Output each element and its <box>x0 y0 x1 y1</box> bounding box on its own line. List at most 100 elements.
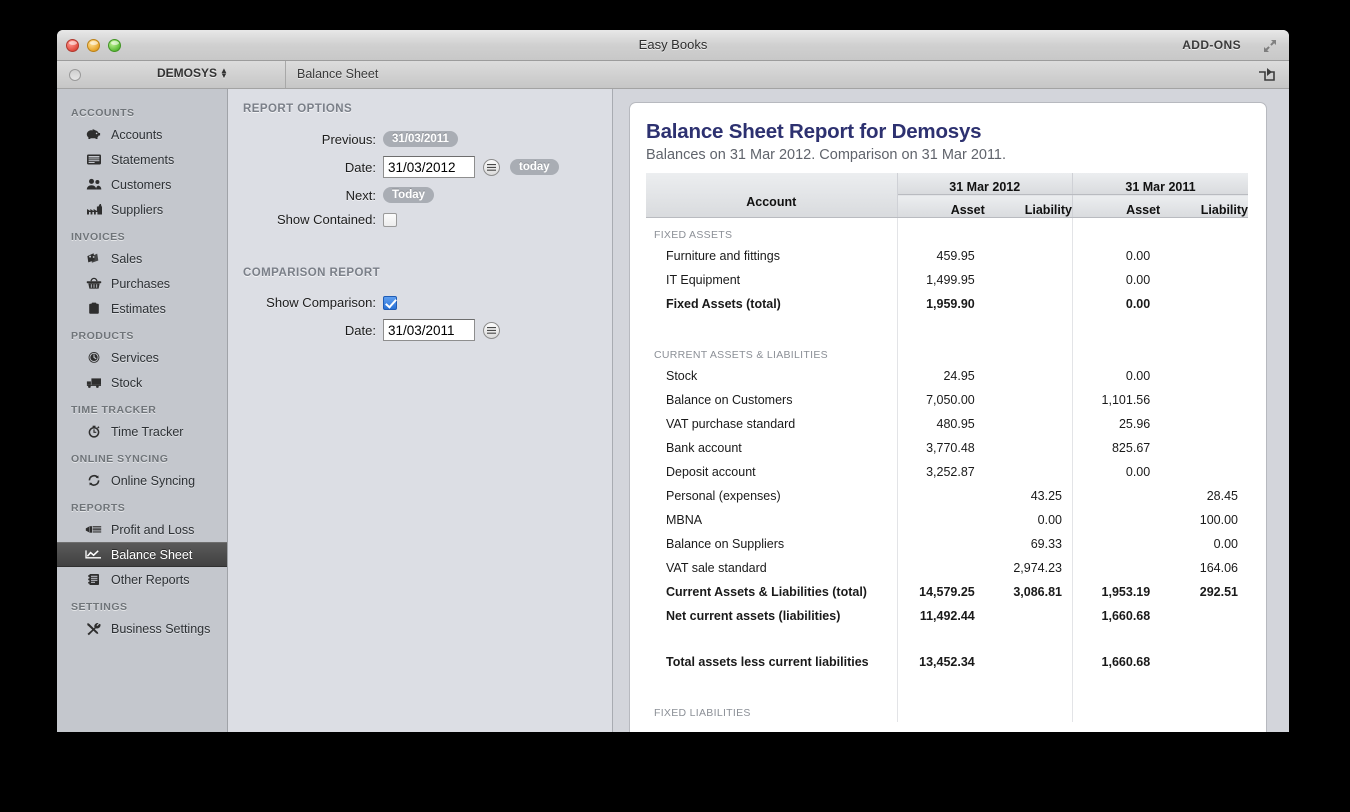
section-empty-cell <box>897 338 985 364</box>
table-row[interactable]: Bank account 3,770.48 825.67 <box>646 435 1248 460</box>
cell-liability-1 <box>984 459 1073 484</box>
row-label: Balance on Customers <box>646 387 898 412</box>
cell-asset-2: 0.00 <box>1125 464 1151 479</box>
table-row[interactable]: MBNA 0.00 100.00 <box>646 507 1248 532</box>
table-row[interactable]: Total assets less current liabilities 13,… <box>646 649 1248 674</box>
cell-liability-1: 3,086.81 <box>984 579 1073 604</box>
cell-asset-1: 3,770.48 <box>926 440 975 455</box>
table-row[interactable]: Stock 24.95 0.00 <box>646 363 1248 388</box>
table-row[interactable]: VAT sale standard 2,974.23 164.06 <box>646 555 1248 580</box>
row-label: VAT sale standard <box>646 555 898 580</box>
previous-row: Previous: 31/03/2011 <box>228 131 612 147</box>
table-header: Account 31 Mar 2012 31 Mar 2011 Asset Li… <box>646 173 1248 218</box>
sidebar-item-accounts[interactable]: Accounts <box>57 122 227 147</box>
sidebar-item-time-tracker[interactable]: Time Tracker <box>57 419 227 444</box>
next-row: Next: Today <box>228 187 612 203</box>
app-toolbar: DEMOSYS ▲ ▼ Balance Sheet <box>57 61 1289 89</box>
report-options-panel: REPORT OPTIONS Previous: 31/03/2011 Date… <box>228 89 613 732</box>
sidebar-item-statements[interactable]: Statements <box>57 147 227 172</box>
cell-liability-2 <box>1160 460 1248 484</box>
cell-asset-1: 459.95 <box>936 248 975 263</box>
sidebar: ACCOUNTS Accounts Statements Customers S… <box>57 89 228 732</box>
sidebar-item-suppliers[interactable]: Suppliers <box>57 197 227 222</box>
date-picker-button[interactable] <box>483 158 500 176</box>
comparison-date-picker-button[interactable] <box>483 321 500 339</box>
table-row[interactable]: Fixed Assets (total) 1,959.90 0.00 <box>646 291 1248 316</box>
cell-asset-1: 1,499.95 <box>926 272 975 287</box>
cell-asset-2: 1,101.56 <box>1101 392 1151 407</box>
sidebar-item-profit-and-loss[interactable]: Profit and Loss <box>57 517 227 542</box>
sidebar-item-balance-sheet[interactable]: Balance Sheet <box>57 542 227 567</box>
table-row[interactable]: Deposit account 3,252.87 0.00 <box>646 459 1248 484</box>
table-section-row: FIXED ASSETS <box>646 217 1248 244</box>
cell-liability-2: 164.06 <box>1199 560 1238 575</box>
previous-date-button[interactable]: 31/03/2011 <box>383 131 458 147</box>
table-row[interactable]: Balance on Suppliers 69.33 0.00 <box>646 531 1248 556</box>
section-empty-cell <box>897 218 985 244</box>
table-row[interactable]: Furniture and fittings 459.95 0.00 <box>646 243 1248 268</box>
table-row[interactable]: Current Assets & Liabilities (total) 14,5… <box>646 579 1248 604</box>
sidebar-item-other-reports[interactable]: Other Reports <box>57 567 227 592</box>
sidebar-item-online-syncing[interactable]: Online Syncing <box>57 468 227 493</box>
column-header-account: Account <box>646 173 898 218</box>
table-row[interactable]: Net current assets (liabilities) 11,492.4… <box>646 603 1248 628</box>
cell-asset-1: 3,252.87 <box>926 464 975 479</box>
balance-sheet-table: Account 31 Mar 2012 31 Mar 2011 Asset Li… <box>646 173 1248 722</box>
sidebar-item-stock[interactable]: Stock <box>57 370 227 395</box>
section-empty-cell <box>1160 218 1248 244</box>
today-button[interactable]: today <box>510 159 559 175</box>
show-comparison-checkbox[interactable] <box>383 295 397 310</box>
sidebar-item-label: Stock <box>111 375 143 390</box>
bar-report-icon <box>85 522 102 537</box>
table-row[interactable]: VAT purchase standard 480.95 25.96 <box>646 411 1248 436</box>
cell-asset-1 <box>897 508 985 532</box>
section-label: CURRENT ASSETS & LIABILITIES <box>646 337 898 364</box>
cell-liability-2: 292.51 <box>1199 584 1238 599</box>
basket-icon <box>85 276 102 291</box>
table-row[interactable]: IT Equipment 1,499.95 0.00 <box>646 267 1248 292</box>
show-comparison-label: Show Comparison: <box>266 295 376 310</box>
cell-asset-1: 480.95 <box>936 416 975 431</box>
clipboard-icon <box>85 301 102 316</box>
sidebar-item-sales[interactable]: Sales <box>57 246 227 271</box>
sidebar-item-business-settings[interactable]: Business Settings <box>57 616 227 641</box>
cell-liability-1: 69.33 <box>984 531 1073 556</box>
cell-asset-2: 0.00 <box>1125 272 1151 287</box>
cell-asset-1: 11,492.44 <box>919 608 975 623</box>
add-ons-button[interactable]: ADD-ONS <box>1182 38 1241 52</box>
share-icon[interactable] <box>1258 67 1275 82</box>
cell-asset-2 <box>1072 532 1160 556</box>
row-label: Net current assets (liabilities) <box>646 603 898 628</box>
row-label: MBNA <box>646 507 898 532</box>
sidebar-item-customers[interactable]: Customers <box>57 172 227 197</box>
sidebar-item-purchases[interactable]: Purchases <box>57 271 227 296</box>
table-row[interactable]: Balance on Customers 7,050.00 1,101.56 <box>646 387 1248 412</box>
show-contained-checkbox[interactable] <box>383 212 397 227</box>
comparison-date-input[interactable] <box>383 319 475 341</box>
row-label: Furniture and fittings <box>646 243 898 268</box>
customers-icon <box>85 177 102 192</box>
table-section-row: FIXED LIABILITIES <box>646 695 1248 722</box>
section-empty-cell <box>1072 696 1160 722</box>
sidebar-item-estimates[interactable]: Estimates <box>57 296 227 321</box>
company-popup-button[interactable]: DEMOSYS ▲ ▼ <box>157 66 228 80</box>
cell-liability-2 <box>1160 244 1248 268</box>
sidebar-item-label: Balance Sheet <box>111 547 193 562</box>
chevron-updown-icon: ▲ ▼ <box>220 66 228 80</box>
table-row[interactable]: Personal (expenses) 43.25 28.45 <box>646 483 1248 508</box>
date-input[interactable] <box>383 156 475 178</box>
fullscreen-icon[interactable] <box>1263 39 1277 53</box>
cell-asset-2: 0.00 <box>1125 248 1151 263</box>
cell-liability-1 <box>984 267 1073 292</box>
sidebar-item-services[interactable]: Services <box>57 345 227 370</box>
screen-bezel: Easy Books ADD-ONS DEMOSYS ▲ ▼ Balance Sh… <box>0 0 1350 812</box>
section-label: FIXED LIABILITIES <box>646 695 898 722</box>
cell-liability-2 <box>1160 436 1248 460</box>
sidebar-item-label: Statements <box>111 152 175 167</box>
section-empty-cell <box>1072 218 1160 244</box>
toggle-sidebar-button[interactable] <box>69 69 81 81</box>
cell-liability-1 <box>984 291 1073 316</box>
cell-asset-2: 25.96 <box>1118 416 1151 431</box>
cell-liability-2 <box>1160 268 1248 292</box>
next-date-button[interactable]: Today <box>383 187 435 203</box>
